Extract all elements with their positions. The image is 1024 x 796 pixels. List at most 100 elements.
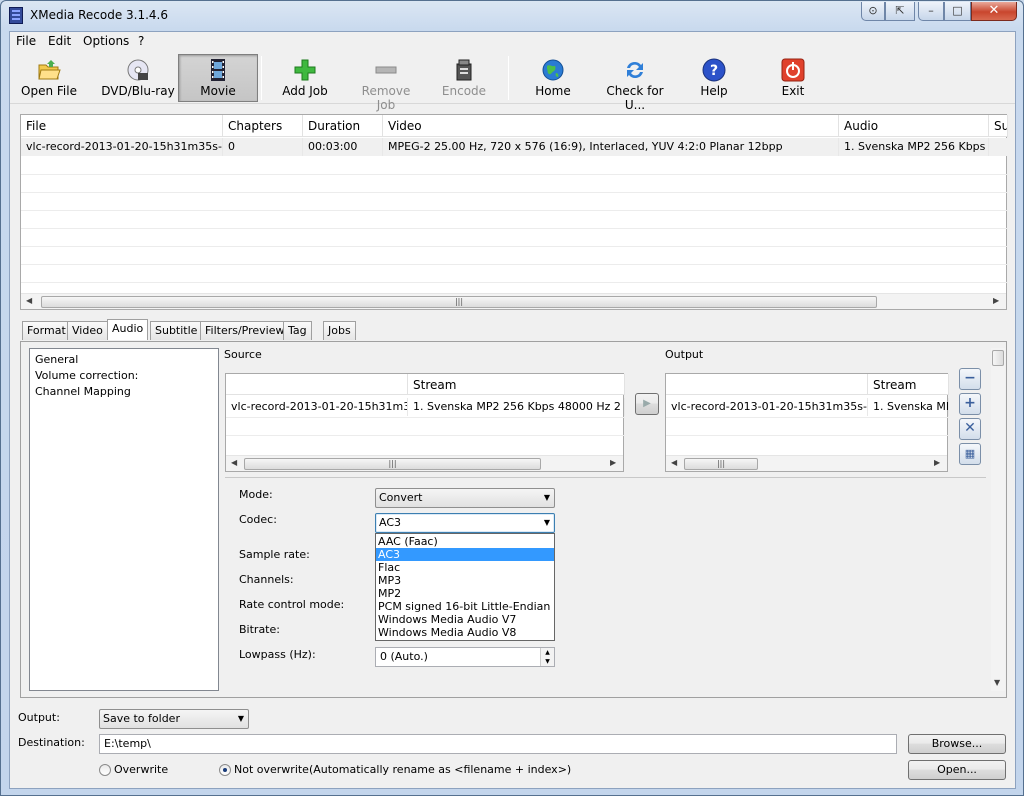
table-row[interactable]: vlc-record-2013-01-20-15h31m35s-h... 0 0… xyxy=(21,138,1008,156)
scroll-thumb[interactable]: ||| xyxy=(244,458,541,470)
tab-audio[interactable]: Audio xyxy=(107,319,149,340)
add-stream-button[interactable]: + xyxy=(959,393,981,415)
codec-dropdown-list[interactable]: AAC (Faac) AC3 Flac MP3 MP2 PCM signed 16-bit… xyxy=(375,533,555,641)
scroll-left-icon[interactable]: ◀ xyxy=(231,458,237,467)
add-job-button[interactable]: Add Job xyxy=(272,54,338,102)
help-button[interactable]: ? Help xyxy=(688,54,740,102)
destination-label: Destination: xyxy=(18,736,85,749)
column-header-subtitle[interactable]: Su xyxy=(989,115,1008,137)
codec-option[interactable]: Windows Media Audio V7 xyxy=(376,613,554,626)
svg-text:?: ? xyxy=(710,63,718,79)
column-header-chapters[interactable]: Chapters xyxy=(223,115,303,137)
tree-item-general[interactable]: General xyxy=(35,353,78,366)
delete-stream-button[interactable]: ✕ xyxy=(959,418,981,440)
codec-option[interactable]: PCM signed 16-bit Little-Endian xyxy=(376,600,554,613)
scroll-thumb[interactable] xyxy=(992,350,1004,366)
spin-down-icon[interactable]: ▼ xyxy=(541,657,554,666)
remove-job-button[interactable]: Remove Job xyxy=(350,54,422,112)
mode-combo[interactable]: Convert ▼ xyxy=(375,488,555,508)
pin-icon[interactable]: ⊙ xyxy=(861,2,885,21)
file-list-scrollbar[interactable]: ◀ ||| ▶ xyxy=(21,293,1006,309)
tree-item-channel-mapping[interactable]: Channel Mapping xyxy=(35,385,131,398)
tab-jobs[interactable]: Jobs xyxy=(323,321,356,340)
spin-up-icon[interactable]: ▲ xyxy=(541,648,554,657)
lowpass-spinbox[interactable]: 0 (Auto.) ▲ ▼ xyxy=(375,647,555,667)
source-scrollbar[interactable]: ◀ ||| ▶ xyxy=(226,455,623,471)
codec-combo[interactable]: AC3 ▼ xyxy=(375,513,555,533)
menu-file[interactable]: File xyxy=(12,34,40,48)
minimize-button[interactable]: – xyxy=(918,2,944,21)
output-file-cell[interactable]: vlc-record-2013-01-20-15h31m35s-h... xyxy=(666,398,868,416)
scroll-thumb[interactable]: ||| xyxy=(684,458,758,470)
restore-icon[interactable]: ⇱ xyxy=(885,2,915,21)
source-column-stream[interactable]: Stream xyxy=(408,374,625,395)
menu-options[interactable]: Options xyxy=(79,34,133,48)
arrow-right-icon: ▶ xyxy=(643,398,651,409)
chevron-down-icon: ▼ xyxy=(237,714,244,723)
source-column-header[interactable] xyxy=(226,374,408,395)
check-updates-button[interactable]: Check for U... xyxy=(595,54,675,112)
output-column-header[interactable] xyxy=(666,374,868,395)
grid-settings-button[interactable]: ▦ xyxy=(959,443,981,465)
codec-option[interactable]: MP3 xyxy=(376,574,554,587)
column-header-duration[interactable]: Duration xyxy=(303,115,383,137)
not-overwrite-radio[interactable] xyxy=(219,764,231,776)
app-window: XMedia Recode 3.1.4.6 ⊙ ⇱ – □ ✕ File Edi… xyxy=(0,0,1024,796)
tab-format[interactable]: Format xyxy=(22,321,71,340)
row-divider xyxy=(21,246,1008,247)
encode-icon xyxy=(452,58,476,82)
browse-button[interactable]: Browse... xyxy=(908,734,1006,754)
home-button[interactable]: Home xyxy=(520,54,586,102)
source-stream-cell[interactable]: 1. Svenska MP2 256 Kbps 48000 Hz 2 Chann xyxy=(408,398,625,416)
codec-option[interactable]: Flac xyxy=(376,561,554,574)
destination-field[interactable]: E:\temp\ xyxy=(99,734,897,754)
close-button[interactable]: ✕ xyxy=(971,2,1017,21)
scroll-left-icon[interactable]: ◀ xyxy=(26,296,32,305)
scroll-right-icon[interactable]: ▶ xyxy=(934,458,940,467)
column-header-file[interactable]: File xyxy=(21,115,223,137)
plus-icon: + xyxy=(964,395,976,411)
film-icon xyxy=(206,58,230,82)
codec-option[interactable]: AAC (Faac) xyxy=(376,535,554,548)
output-mode-combo[interactable]: Save to folder ▼ xyxy=(99,709,249,729)
maximize-button[interactable]: □ xyxy=(944,2,971,21)
scroll-thumb[interactable]: ||| xyxy=(41,296,877,308)
tab-filters-preview[interactable]: Filters/Preview xyxy=(200,321,290,340)
scroll-down-icon[interactable]: ▼ xyxy=(994,678,1000,687)
title-bar[interactable]: XMedia Recode 3.1.4.6 ⊙ ⇱ – □ ✕ xyxy=(1,1,1023,31)
scroll-right-icon[interactable]: ▶ xyxy=(993,296,999,305)
menu-edit[interactable]: Edit xyxy=(44,34,75,48)
column-header-audio[interactable]: Audio xyxy=(839,115,989,137)
overwrite-radio[interactable] xyxy=(99,764,111,776)
scroll-left-icon[interactable]: ◀ xyxy=(671,458,677,467)
tree-item-volume-correction[interactable]: Volume correction: xyxy=(35,369,138,382)
scroll-right-icon[interactable]: ▶ xyxy=(610,458,616,467)
overwrite-label[interactable]: Overwrite xyxy=(114,763,168,776)
remove-stream-button[interactable]: − xyxy=(959,368,981,390)
codec-option[interactable]: Windows Media Audio V8 xyxy=(376,626,554,639)
bitrate-label: Bitrate: xyxy=(239,623,280,636)
column-header-video[interactable]: Video xyxy=(383,115,839,137)
menu-help[interactable]: ? xyxy=(134,34,148,48)
output-stream-cell[interactable]: 1. Svenska MP2 xyxy=(868,398,949,416)
spin-buttons[interactable]: ▲ ▼ xyxy=(540,648,554,666)
codec-option[interactable]: AC3 xyxy=(376,548,554,561)
toolbar-separator xyxy=(508,56,509,100)
tab-tag[interactable]: Tag xyxy=(283,321,312,340)
exit-button[interactable]: Exit xyxy=(768,54,818,102)
tab-subtitle[interactable]: Subtitle xyxy=(150,321,203,340)
movie-button[interactable]: Movie xyxy=(178,54,258,102)
tab-video[interactable]: Video xyxy=(67,321,108,340)
codec-option[interactable]: MP2 xyxy=(376,587,554,600)
source-file-cell[interactable]: vlc-record-2013-01-20-15h31m3... xyxy=(226,398,408,416)
open-file-button[interactable]: Open File xyxy=(16,54,82,102)
settings-vertical-scrollbar[interactable]: ▼ xyxy=(991,348,1005,691)
output-scrollbar[interactable]: ◀ ||| ▶ xyxy=(666,455,947,471)
output-column-stream[interactable]: Stream xyxy=(868,374,949,395)
file-list: File Chapters Duration Video Audio Su vl… xyxy=(20,114,1008,310)
dvd-bluray-button[interactable]: DVD/Blu-ray xyxy=(98,54,178,102)
add-to-output-button[interactable]: ▶ xyxy=(635,393,659,415)
not-overwrite-label[interactable]: Not overwrite(Automatically rename as <f… xyxy=(234,763,571,776)
open-button[interactable]: Open... xyxy=(908,760,1006,780)
encode-button[interactable]: Encode xyxy=(434,54,494,102)
